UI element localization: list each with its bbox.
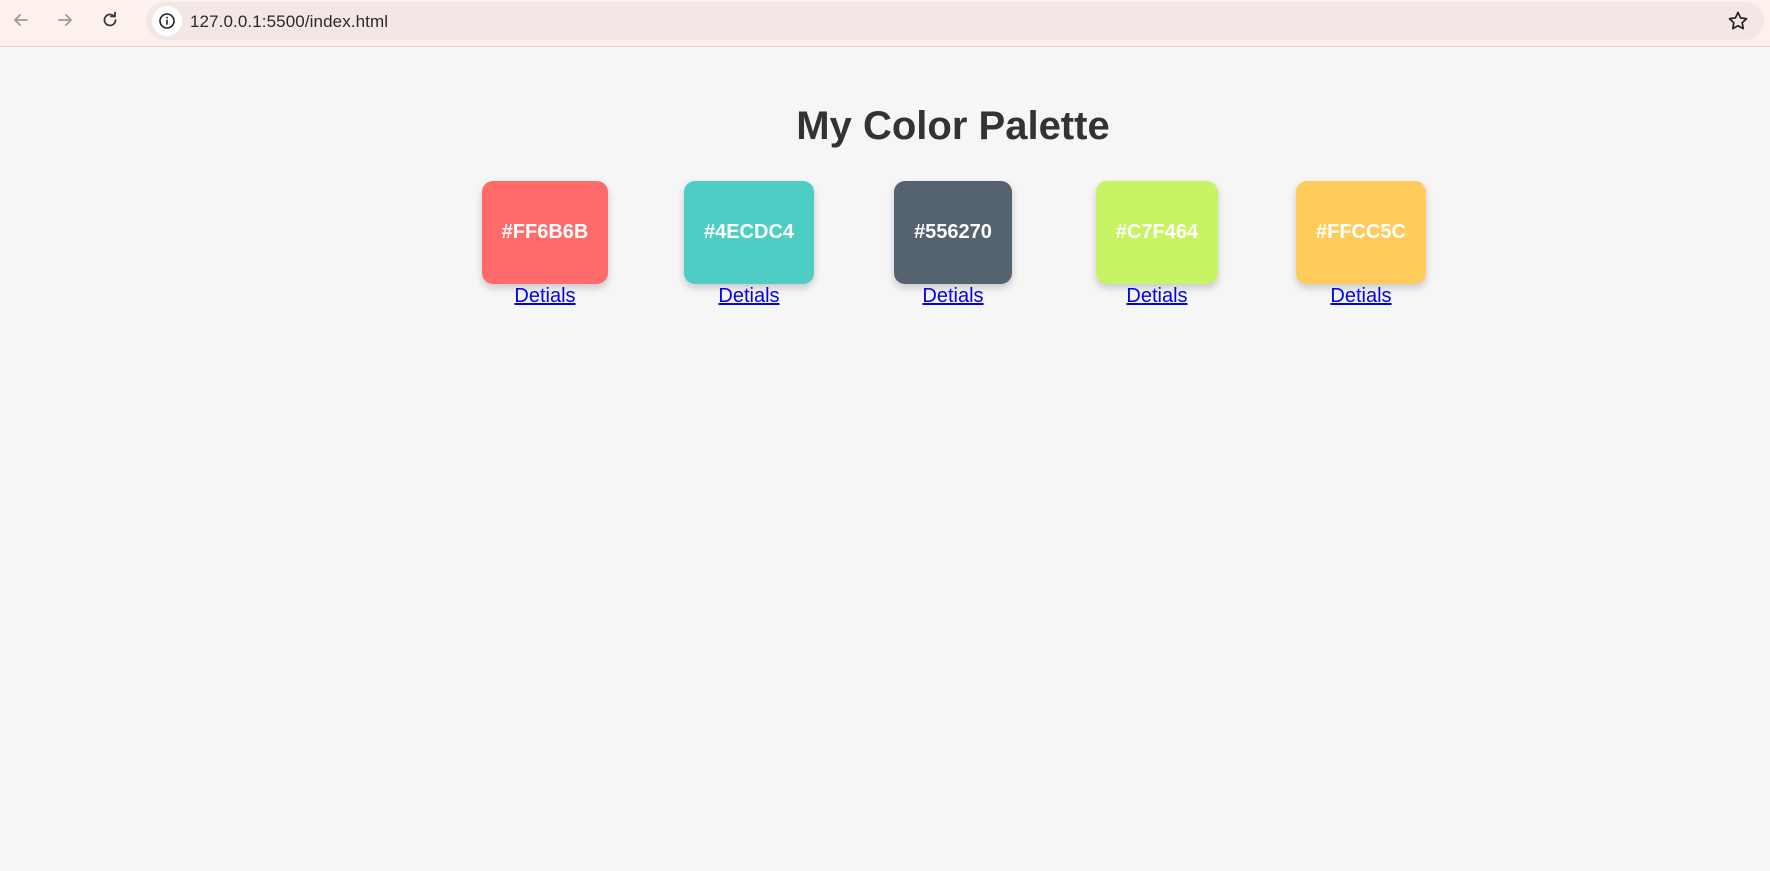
details-link[interactable]: Detials (1126, 285, 1187, 308)
swatch-hex-label: #FFCC5C (1315, 221, 1406, 243)
color-swatch: #C7F464 (1096, 181, 1218, 284)
details-link[interactable]: Detials (922, 285, 983, 308)
address-bar[interactable]: 127.0.0.1:5500/index.html (146, 2, 1764, 40)
details-link[interactable]: Detials (1330, 285, 1391, 308)
swatch-card: #C7F464 Detials (1096, 181, 1218, 308)
page-title: My Color Palette (796, 104, 1110, 148)
browser-toolbar: 127.0.0.1:5500/index.html (0, 0, 1770, 47)
swatch-hex-label: #4ECDC4 (703, 221, 795, 243)
swatch-card: #4ECDC4 Detials (684, 181, 814, 308)
star-icon[interactable] (1726, 9, 1750, 33)
swatch-hex-label: #556270 (914, 221, 992, 243)
reload-icon[interactable] (97, 7, 123, 33)
swatch-hex-label: #C7F464 (1115, 221, 1199, 243)
color-swatch: #4ECDC4 (684, 181, 814, 284)
color-swatch: #556270 (894, 181, 1012, 284)
arrow-right-icon[interactable] (52, 7, 78, 33)
swatch-card: #FF6B6B Detials (482, 181, 608, 308)
details-link[interactable]: Detials (514, 285, 575, 308)
swatch-card: #FFCC5C Detials (1296, 181, 1426, 308)
arrow-left-icon[interactable] (8, 7, 34, 33)
url-text[interactable]: 127.0.0.1:5500/index.html (190, 12, 388, 32)
color-swatch: #FFCC5C (1296, 181, 1426, 284)
details-link[interactable]: Detials (718, 285, 779, 308)
swatch-card: #556270 Detials (894, 181, 1012, 308)
info-icon[interactable] (152, 6, 182, 36)
swatch-hex-label: #FF6B6B (501, 221, 589, 243)
page-content: My Color Palette #FF6B6B Detials #4ECDC4… (0, 48, 1770, 871)
color-swatch: #FF6B6B (482, 181, 608, 284)
